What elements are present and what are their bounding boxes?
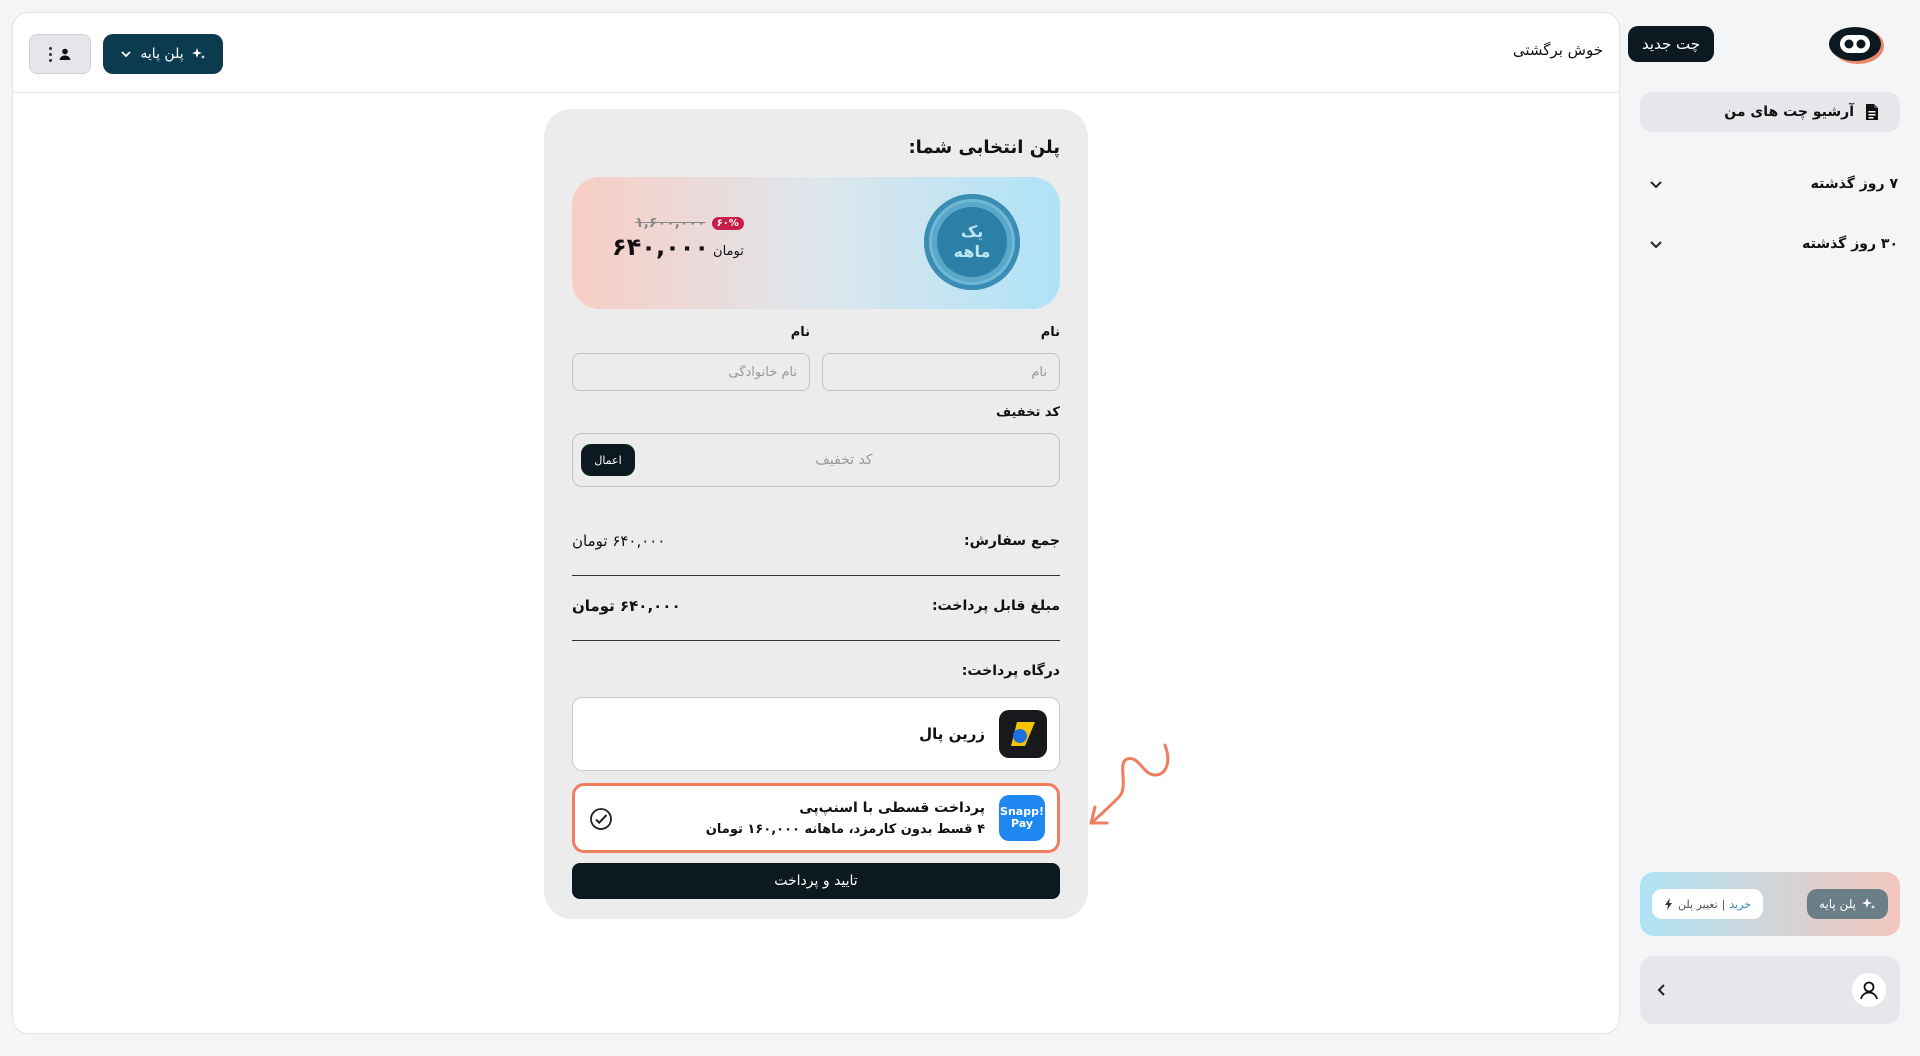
- snapp-title: پرداخت قسطی با اسنپ‌پی: [799, 799, 985, 816]
- last-name-field[interactable]: [572, 353, 810, 391]
- selected-plan-banner: یک ماهه ۱,۶۰۰,۰۰۰ ۶۰% ۶۴۰,۰۰۰ تومان: [572, 177, 1060, 309]
- chevron-down-icon: [1650, 181, 1662, 189]
- plan-coin-badge: یک ماهه: [924, 194, 1020, 290]
- user-card[interactable]: [1640, 956, 1900, 1024]
- checkout-title: پلن انتخابی شما:: [908, 137, 1060, 158]
- snapppay-logo-icon: Snapp! Pay: [999, 795, 1045, 841]
- plan-dropdown[interactable]: پلن پایه: [103, 34, 223, 74]
- chevron-left-icon: [1657, 984, 1665, 996]
- snapp-logo-line-2: Pay: [1010, 817, 1034, 830]
- separator: |: [1721, 897, 1726, 911]
- history-label: ۳۰ روز گذشته: [1802, 236, 1898, 252]
- discount-box: اعمال: [572, 433, 1060, 487]
- robot-face-icon[interactable]: [1828, 24, 1888, 68]
- gateway-label: درگاه پرداخت:: [961, 663, 1060, 679]
- order-total-value: ۶۴۰,۰۰۰ تومان: [572, 532, 666, 550]
- buy-change-plan-button[interactable]: خرید | تغییر پلن: [1652, 889, 1764, 919]
- chevron-down-icon: [121, 51, 132, 58]
- discount-code-input[interactable]: [637, 442, 1051, 478]
- sparkles-icon: [1862, 898, 1875, 909]
- new-chat-button[interactable]: چت جدید: [1628, 26, 1714, 62]
- first-name-field[interactable]: [822, 353, 1060, 391]
- sparkles-icon: [191, 48, 205, 59]
- apply-discount-button[interactable]: اعمال: [581, 444, 635, 476]
- top-bar: خوش برگشتی پلن پایه: [13, 13, 1619, 93]
- first-name-label: نام: [1040, 325, 1060, 340]
- change-plan-label: تغییر پلن: [1678, 897, 1718, 911]
- coin-line-1: یک: [960, 222, 984, 241]
- plan-pill-label: پلن پایه: [1818, 897, 1856, 911]
- old-price: ۱,۶۰۰,۰۰۰: [635, 215, 706, 231]
- archive-label: آرشیو چت های من: [1724, 104, 1854, 120]
- divider: [572, 640, 1060, 641]
- plan-dropdown-label: پلن پایه: [140, 46, 184, 62]
- discount-badge: ۶۰%: [711, 216, 744, 230]
- main-panel: خوش برگشتی پلن پایه پلن انتخابی شما: یک …: [12, 12, 1620, 1034]
- user-menu-button[interactable]: [29, 34, 91, 74]
- divider: [572, 575, 1060, 576]
- annotation-arrow-icon: [1089, 743, 1170, 825]
- welcome-text: خوش برگشتی: [1512, 41, 1603, 59]
- payable-value: ۶۴۰,۰۰۰ تومان: [572, 597, 681, 615]
- user-icon: [59, 48, 70, 60]
- zarinpal-logo-icon: [999, 710, 1047, 758]
- chat-archive-button[interactable]: آرشیو چت های من: [1640, 92, 1900, 132]
- history-7-days[interactable]: ۷ روز گذشته: [1640, 168, 1900, 200]
- payable-label: مبلغ قابل پرداخت:: [931, 598, 1060, 614]
- lightning-icon: [1665, 898, 1672, 910]
- document-icon: [1866, 104, 1878, 120]
- check-circle-icon: [590, 808, 612, 830]
- checkout-card: پلن انتخابی شما: یک ماهه ۱,۶۰۰,۰۰۰ ۶۰% ۶…: [544, 109, 1088, 919]
- confirm-pay-button[interactable]: تایید و پرداخت: [572, 863, 1060, 899]
- history-30-days[interactable]: ۳۰ روز گذشته: [1640, 228, 1900, 260]
- history-label: ۷ روز گذشته: [1810, 176, 1898, 192]
- coin-line-2: ماهه: [953, 242, 991, 261]
- zarinpal-gateway-option[interactable]: زرین پال: [572, 697, 1060, 771]
- user-icon: [1852, 973, 1886, 1007]
- price-block: ۱,۶۰۰,۰۰۰ ۶۰% ۶۴۰,۰۰۰ تومان: [612, 215, 744, 261]
- last-name-label: نام: [790, 325, 810, 340]
- sidebar: چت جدید آرشیو چت های من ۷ روز گذشته ۳۰ ر…: [1624, 0, 1920, 1056]
- snapp-subtitle: ۴ قسط بدون کارمزد، ماهانه ۱۶۰,۰۰۰ تومان: [705, 821, 985, 837]
- discount-label: کد تخفیف: [996, 405, 1060, 420]
- new-price: ۶۴۰,۰۰۰: [612, 233, 710, 261]
- price-unit: تومان: [713, 244, 744, 259]
- order-total-label: جمع سفارش:: [964, 533, 1060, 549]
- buy-label: خرید: [1729, 897, 1752, 911]
- current-plan-button[interactable]: پلن پایه: [1806, 889, 1888, 919]
- plan-card: پلن پایه خرید | تغییر پلن: [1640, 872, 1900, 936]
- chevron-down-icon: [1650, 241, 1662, 249]
- zarinpal-label: زرین پال: [919, 725, 985, 743]
- more-vertical-icon: [48, 46, 52, 62]
- snapppay-gateway-option[interactable]: Snapp! Pay پرداخت قسطی با اسنپ‌پی ۴ قسط …: [572, 783, 1060, 853]
